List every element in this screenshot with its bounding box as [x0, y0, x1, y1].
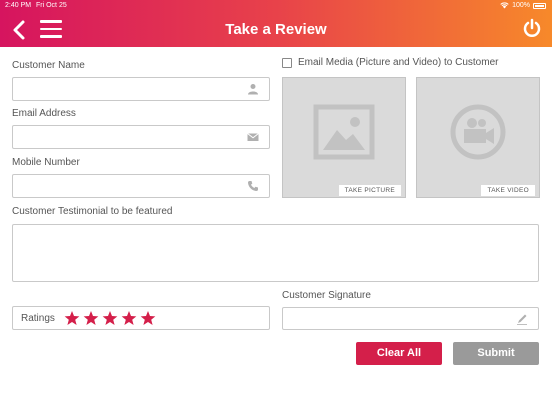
phone-icon: [248, 181, 258, 191]
page-title: Take a Review: [225, 21, 327, 38]
star-icon[interactable]: [140, 310, 156, 326]
status-time: 2:40 PM: [5, 2, 32, 9]
mobile-label: Mobile Number: [12, 157, 80, 168]
mobile-field[interactable]: [12, 174, 270, 198]
clear-all-button[interactable]: Clear All: [356, 342, 442, 365]
battery-percent: 100%: [512, 2, 530, 9]
testimonial-label: Customer Testimonial to be featured: [12, 206, 173, 217]
email-media-checkbox[interactable]: [282, 58, 292, 68]
take-picture-button[interactable]: TAKE PICTURE: [338, 185, 401, 196]
email-field[interactable]: [12, 125, 270, 149]
signature-field[interactable]: [282, 307, 539, 330]
ratings-field: Ratings: [12, 306, 270, 330]
email-media-label: Email Media (Picture and Video) to Custo…: [298, 57, 499, 68]
signature-label: Customer Signature: [282, 290, 371, 301]
status-bar: 2:40 PM Fri Oct 25 100%: [0, 0, 552, 11]
battery-icon: [533, 2, 546, 9]
app-header: 2:40 PM Fri Oct 25 100% Take a Review: [0, 0, 552, 47]
ratings-label: Ratings: [21, 313, 55, 324]
star-icon[interactable]: [64, 310, 80, 326]
video-camera-icon: [450, 104, 506, 160]
person-icon: [248, 84, 258, 95]
picture-box[interactable]: TAKE PICTURE: [282, 77, 406, 198]
image-icon: [313, 104, 375, 160]
email-label: Email Address: [12, 108, 76, 119]
status-right: 100%: [500, 2, 546, 9]
wifi-icon: [500, 2, 509, 9]
testimonial-textarea[interactable]: [12, 224, 539, 282]
pen-icon: [517, 314, 527, 325]
submit-button[interactable]: Submit: [453, 342, 539, 365]
star-icon[interactable]: [121, 310, 137, 326]
video-box[interactable]: TAKE VIDEO: [416, 77, 540, 198]
take-video-button[interactable]: TAKE VIDEO: [481, 185, 535, 196]
customer-name-label: Customer Name: [12, 60, 85, 71]
ratings-stars: [64, 310, 156, 326]
power-icon[interactable]: [522, 18, 542, 38]
star-icon[interactable]: [83, 310, 99, 326]
envelope-icon: [247, 133, 259, 141]
customer-name-field[interactable]: [12, 77, 270, 101]
status-date: Fri Oct 25: [36, 2, 67, 9]
star-icon[interactable]: [102, 310, 118, 326]
